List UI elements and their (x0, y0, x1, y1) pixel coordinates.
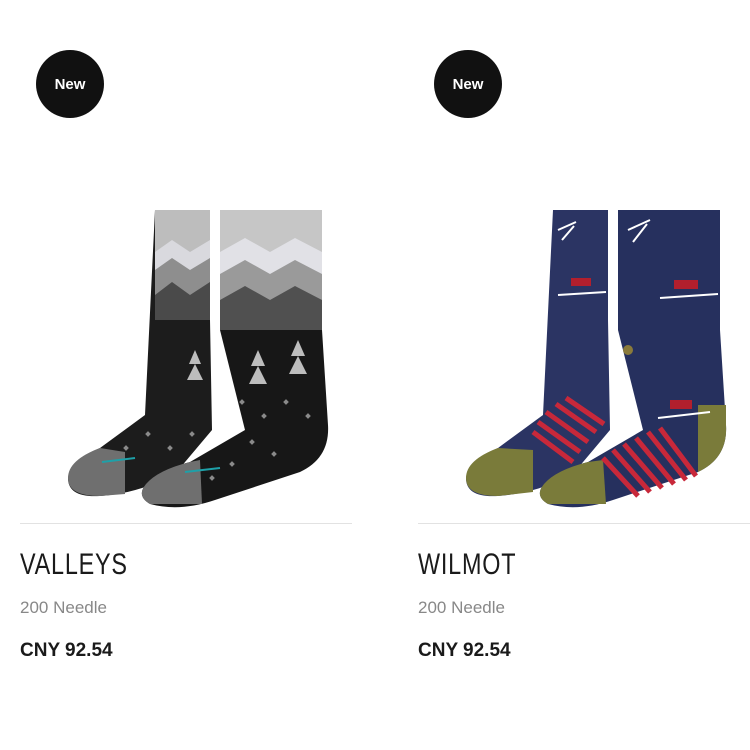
product-name[interactable]: VALLEYS (20, 548, 128, 582)
valleys-sock-icon (68, 210, 329, 508)
product-subtitle: 200 Needle (20, 598, 107, 617)
wilmot-sock-icon (466, 210, 727, 508)
product-subtitle: 200 Needle (418, 598, 505, 617)
product-price: CNY 92.54 (418, 640, 511, 661)
product-price: CNY 92.54 (20, 640, 113, 661)
product-name[interactable]: WILMOT (418, 548, 516, 582)
product-card[interactable]: New (418, 0, 750, 700)
wilmot-sock-image[interactable] (438, 200, 738, 520)
divider (20, 523, 352, 524)
product-card[interactable]: New (20, 0, 352, 700)
divider (418, 523, 750, 524)
valleys-sock-image[interactable] (40, 200, 340, 520)
new-badge: New (36, 50, 104, 118)
new-badge: New (434, 50, 502, 118)
